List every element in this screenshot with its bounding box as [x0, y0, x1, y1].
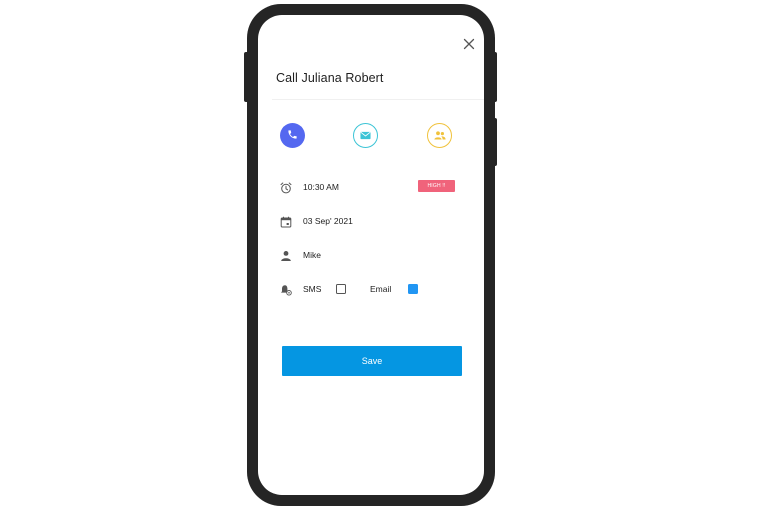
close-icon[interactable] — [462, 37, 476, 51]
alarm-clock-icon — [280, 181, 292, 194]
person-icon — [280, 249, 292, 261]
meeting-action-button[interactable] — [427, 123, 452, 148]
call-action-button[interactable] — [280, 123, 305, 148]
task-title: Call Juliana Robert — [276, 71, 384, 85]
header-divider — [272, 99, 484, 100]
priority-badge: HIGH !! — [418, 180, 455, 192]
people-icon — [433, 127, 446, 145]
time-value: 10:30 AM — [303, 182, 339, 192]
phone-icon — [287, 127, 298, 145]
sms-label: SMS — [303, 284, 322, 294]
notification-settings-icon — [280, 283, 292, 296]
email-label: Email — [370, 284, 392, 294]
email-action-button[interactable] — [353, 123, 378, 148]
calendar-icon — [280, 215, 292, 228]
assignee-value: Mike — [303, 250, 321, 260]
sms-checkbox[interactable] — [336, 284, 346, 294]
date-value: 03 Sep' 2021 — [303, 216, 353, 226]
task-detail-screen: Call Juliana Robert 10:30 AM HIGH !! 03 … — [258, 15, 484, 495]
mail-icon — [360, 127, 371, 145]
email-checkbox[interactable] — [408, 284, 418, 294]
save-button[interactable]: Save — [282, 346, 462, 376]
